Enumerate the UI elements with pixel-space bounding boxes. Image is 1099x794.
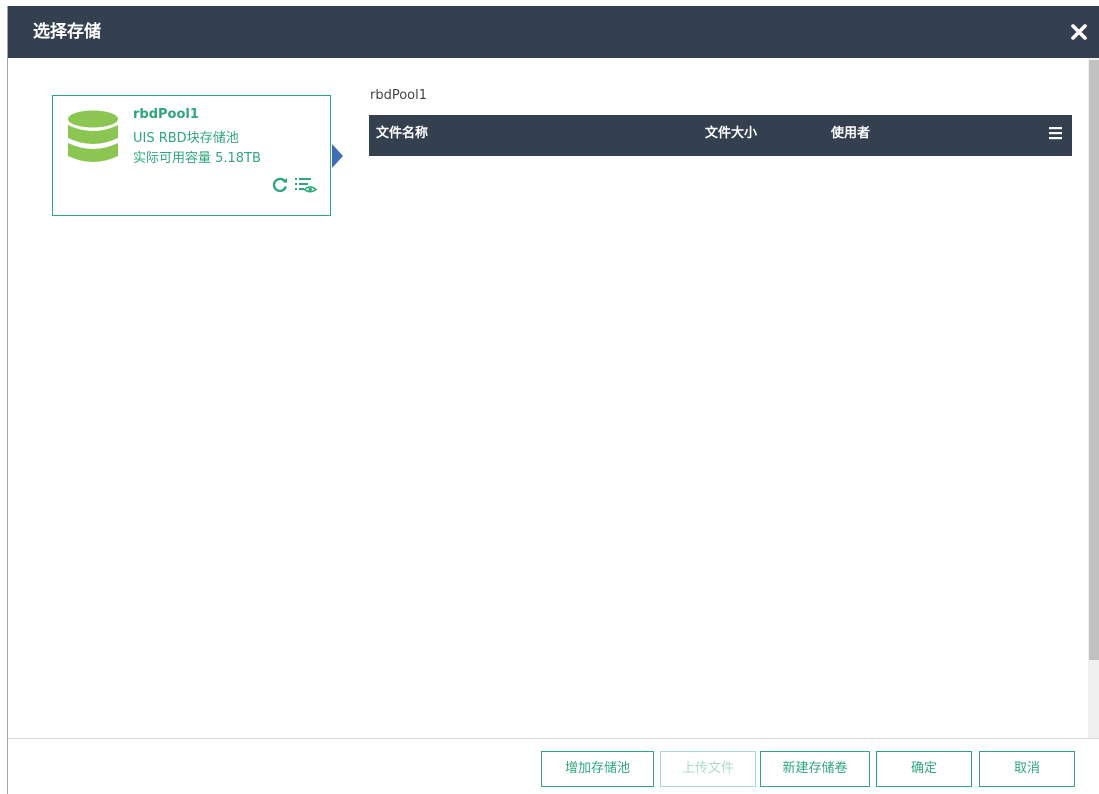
- close-icon[interactable]: [1066, 19, 1092, 45]
- dialog-content: rbdPool1 UIS RBD块存储池 实际可用容量 5.18TB rbdPo…: [8, 58, 1099, 738]
- dialog-titlebar: 选择存储: [8, 6, 1099, 58]
- new-storage-volume-button[interactable]: 新建存储卷: [760, 751, 870, 787]
- cancel-button[interactable]: 取消: [979, 751, 1075, 787]
- column-header-user[interactable]: 使用者: [831, 115, 870, 153]
- column-header-file-size[interactable]: 文件大小: [705, 115, 757, 153]
- database-icon: [67, 110, 119, 168]
- vertical-scrollbar[interactable]: [1088, 58, 1099, 738]
- dialog-footer: 增加存储池 上传文件 新建存储卷 确定 取消: [8, 738, 1099, 794]
- scrollbar-thumb[interactable]: [1089, 60, 1099, 660]
- list-view-icon[interactable]: [294, 176, 318, 194]
- select-storage-dialog: 选择存储 rbdPool1 UIS RBD块存储池 实际可用容量 5.18TB: [7, 6, 1099, 794]
- breadcrumb: rbdPool1: [370, 88, 428, 103]
- pool-capacity: 实际可用容量 5.18TB: [133, 151, 261, 166]
- column-header-file-name[interactable]: 文件名称: [376, 115, 428, 153]
- add-storage-pool-button[interactable]: 增加存储池: [541, 751, 654, 787]
- ok-button[interactable]: 确定: [876, 751, 972, 787]
- storage-pool-card[interactable]: rbdPool1 UIS RBD块存储池 实际可用容量 5.18TB: [52, 95, 331, 216]
- refresh-icon[interactable]: [271, 176, 289, 194]
- pool-type: UIS RBD块存储池: [133, 131, 239, 146]
- upload-file-button[interactable]: 上传文件: [660, 751, 756, 787]
- menu-icon[interactable]: [1049, 125, 1062, 140]
- dialog-title: 选择存储: [33, 22, 101, 42]
- pool-name: rbdPool1: [133, 107, 199, 122]
- file-table-header: 文件名称 文件大小 使用者: [369, 115, 1072, 156]
- selected-pointer-icon: [332, 144, 343, 168]
